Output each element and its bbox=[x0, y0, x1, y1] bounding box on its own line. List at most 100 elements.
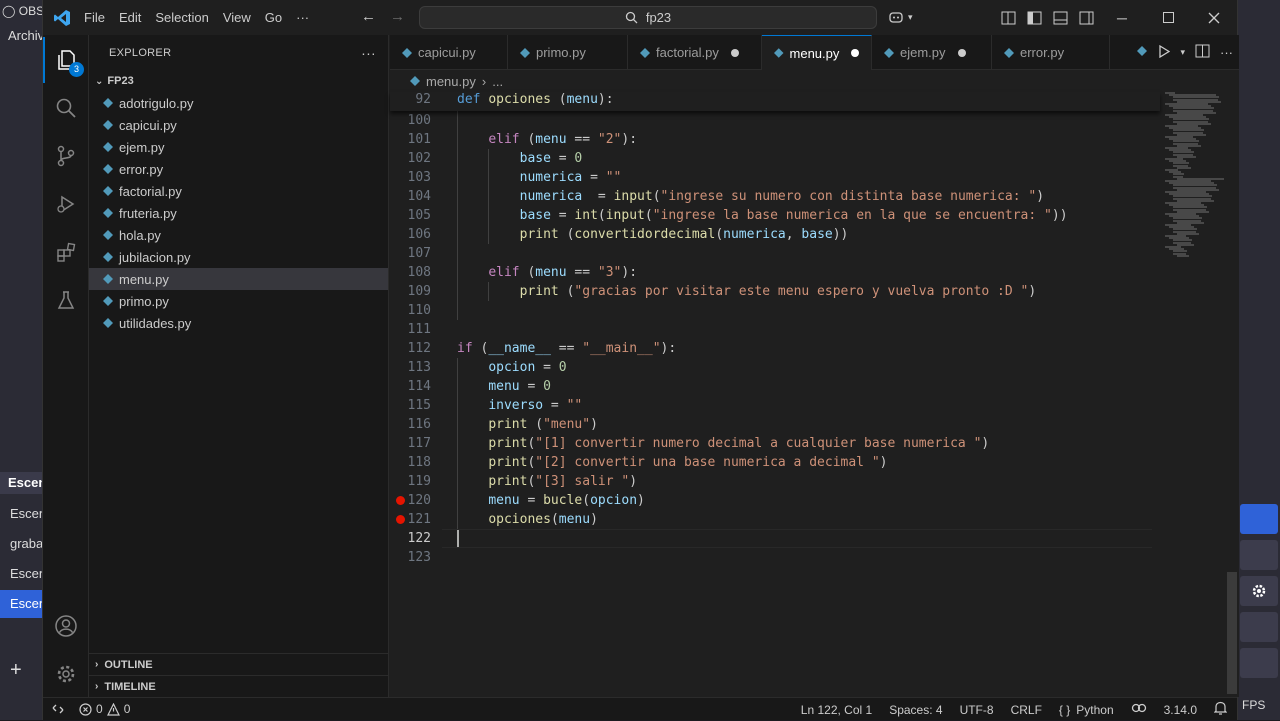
code-line[interactable]: 121 opciones(menu) bbox=[390, 510, 1160, 529]
code-line[interactable]: 114 menu = 0 bbox=[390, 377, 1160, 396]
accounts-icon[interactable] bbox=[43, 603, 89, 649]
obs-scene-item[interactable]: graba bbox=[0, 530, 42, 558]
code-line[interactable]: 104 numerica = input("ingrese su numero … bbox=[390, 187, 1160, 206]
explorer-icon[interactable]: 3 bbox=[43, 37, 89, 83]
run-dropdown-icon[interactable]: ▾ bbox=[1180, 47, 1185, 58]
editor-more-icon[interactable]: ··· bbox=[1220, 45, 1233, 60]
code-line[interactable]: 119 print("[3] salir ") bbox=[390, 472, 1160, 491]
code-line[interactable]: 109 print ("gracias por visitar este men… bbox=[390, 282, 1160, 301]
outline-section[interactable]: › OUTLINE bbox=[89, 653, 389, 675]
tab-ejem[interactable]: ejem.py bbox=[872, 35, 992, 70]
notifications-bell-icon[interactable] bbox=[1213, 701, 1228, 718]
file-item[interactable]: hola.py bbox=[89, 224, 388, 246]
tab-factorial[interactable]: factorial.py bbox=[628, 35, 762, 70]
code-line[interactable]: 110 bbox=[390, 301, 1160, 320]
split-editor-icon[interactable] bbox=[1195, 44, 1210, 61]
code-line[interactable]: 118 print("[2] convertir una base numeri… bbox=[390, 453, 1160, 472]
toggle-sidebar-icon[interactable] bbox=[1021, 0, 1047, 35]
code-line[interactable]: 113 opcion = 0 bbox=[390, 358, 1160, 377]
obs-menu-archivo[interactable]: Archiv bbox=[8, 28, 44, 43]
explorer-more-icon[interactable]: ··· bbox=[361, 45, 376, 61]
unsaved-dot-icon[interactable] bbox=[851, 49, 859, 57]
menu-go[interactable]: Go bbox=[258, 0, 289, 35]
back-arrow-icon[interactable]: ← bbox=[361, 8, 376, 25]
file-item[interactable]: capicui.py bbox=[89, 114, 388, 136]
python-env-icon[interactable] bbox=[1131, 701, 1147, 718]
extensions-icon[interactable] bbox=[43, 229, 89, 275]
copilot-icon[interactable]: ▾ bbox=[888, 9, 913, 25]
code-line[interactable]: 123 bbox=[390, 548, 1160, 567]
menu-more[interactable]: ··· bbox=[289, 0, 316, 35]
run-debug-icon[interactable] bbox=[43, 181, 89, 227]
code-line[interactable]: 103 numerica = "" bbox=[390, 168, 1160, 187]
code-editor[interactable]: 100 101 elif (menu == "2"): 102 base = 0 10… bbox=[390, 92, 1239, 697]
code-line[interactable]: 106 print (convertidordecimal(numerica, … bbox=[390, 225, 1160, 244]
problems-indicator[interactable]: 0 0 bbox=[73, 702, 136, 716]
folder-fp23[interactable]: ⌄ FP23 bbox=[89, 70, 388, 92]
file-item[interactable]: primo.py bbox=[89, 290, 388, 312]
obs-gear-icon[interactable] bbox=[1240, 576, 1278, 606]
obs-panel-button[interactable] bbox=[1240, 612, 1278, 642]
unsaved-dot-icon[interactable] bbox=[730, 48, 739, 57]
tab-primo[interactable]: primo.py bbox=[508, 35, 628, 70]
breadcrumb-file[interactable]: menu.py bbox=[426, 74, 476, 89]
code-line[interactable]: 120 menu = bucle(opcion) bbox=[390, 491, 1160, 510]
indentation[interactable]: Spaces: 4 bbox=[889, 703, 942, 717]
language-mode[interactable]: { } Python bbox=[1059, 703, 1114, 717]
file-item[interactable]: adotrigulo.py bbox=[89, 92, 388, 114]
code-line[interactable]: 111 bbox=[390, 320, 1160, 339]
file-item[interactable]: jubilacion.py bbox=[89, 246, 388, 268]
menu-file[interactable]: File bbox=[77, 0, 112, 35]
timeline-section[interactable]: › TIMELINE bbox=[89, 675, 389, 697]
cursor-position[interactable]: Ln 122, Col 1 bbox=[801, 703, 872, 717]
code-line[interactable]: 112 if (__name__ == "__main__"): bbox=[390, 339, 1160, 358]
tab-capicui[interactable]: capicui.py bbox=[390, 35, 508, 70]
command-center-search[interactable]: fp23 bbox=[419, 6, 877, 29]
code-line[interactable]: 115 inverso = "" bbox=[390, 396, 1160, 415]
code-line[interactable]: 117 print("[1] convertir numero decimal … bbox=[390, 434, 1160, 453]
code-line[interactable]: 108 elif (menu == "3"): bbox=[390, 263, 1160, 282]
menu-edit[interactable]: Edit bbox=[112, 0, 148, 35]
code-line[interactable]: 107 bbox=[390, 244, 1160, 263]
obs-scene-item[interactable]: Escen bbox=[0, 500, 42, 528]
run-file-icon[interactable] bbox=[1158, 44, 1171, 61]
code-line[interactable]: 122 bbox=[390, 529, 1160, 548]
file-item[interactable]: ejem.py bbox=[89, 136, 388, 158]
obs-scene-item[interactable]: Escen bbox=[0, 560, 42, 588]
file-item[interactable]: menu.py bbox=[89, 268, 388, 290]
tab-error[interactable]: error.py bbox=[992, 35, 1110, 70]
toggle-secondary-sidebar-icon[interactable] bbox=[1073, 0, 1099, 35]
end-of-line[interactable]: CRLF bbox=[1011, 703, 1042, 717]
obs-panel-button[interactable] bbox=[1240, 540, 1278, 570]
customize-layout-icon[interactable] bbox=[995, 0, 1021, 35]
toggle-panel-icon[interactable] bbox=[1047, 0, 1073, 35]
obs-panel-button[interactable] bbox=[1240, 648, 1278, 678]
menu-selection[interactable]: Selection bbox=[148, 0, 215, 35]
obs-add-icon[interactable]: + bbox=[0, 656, 42, 684]
file-item[interactable]: error.py bbox=[89, 158, 388, 180]
code-line[interactable]: 116 print ("menu") bbox=[390, 415, 1160, 434]
menu-view[interactable]: View bbox=[216, 0, 258, 35]
code-line[interactable]: 100 bbox=[390, 111, 1160, 130]
forward-arrow-icon[interactable]: → bbox=[390, 8, 405, 25]
minimize-icon[interactable]: ─ bbox=[1099, 0, 1145, 35]
file-item[interactable]: utilidades.py bbox=[89, 312, 388, 334]
file-item[interactable]: fruteria.py bbox=[89, 202, 388, 224]
obs-scene-item-selected[interactable]: Escen bbox=[0, 590, 42, 618]
code-line[interactable]: 105 base = int(input("ingrese la base nu… bbox=[390, 206, 1160, 225]
python-version[interactable]: 3.14.0 bbox=[1164, 703, 1197, 717]
tab-menu[interactable]: menu.py bbox=[762, 35, 872, 70]
editor-scrollbar[interactable] bbox=[1225, 92, 1239, 697]
search-view-icon[interactable] bbox=[43, 85, 89, 131]
testing-flask-icon[interactable] bbox=[43, 277, 89, 323]
maximize-icon[interactable] bbox=[1145, 0, 1191, 35]
obs-panel-button[interactable] bbox=[1240, 504, 1278, 534]
remote-indicator-icon[interactable] bbox=[43, 698, 73, 721]
sticky-scroll-header[interactable]: 92 def opciones (menu): bbox=[390, 92, 1160, 111]
close-window-icon[interactable] bbox=[1191, 0, 1237, 35]
scrollbar-thumb[interactable] bbox=[1227, 572, 1237, 694]
code-line[interactable]: 102 base = 0 bbox=[390, 149, 1160, 168]
file-item[interactable]: factorial.py bbox=[89, 180, 388, 202]
source-control-icon[interactable] bbox=[43, 133, 89, 179]
breadcrumb-rest[interactable]: ... bbox=[492, 74, 503, 89]
